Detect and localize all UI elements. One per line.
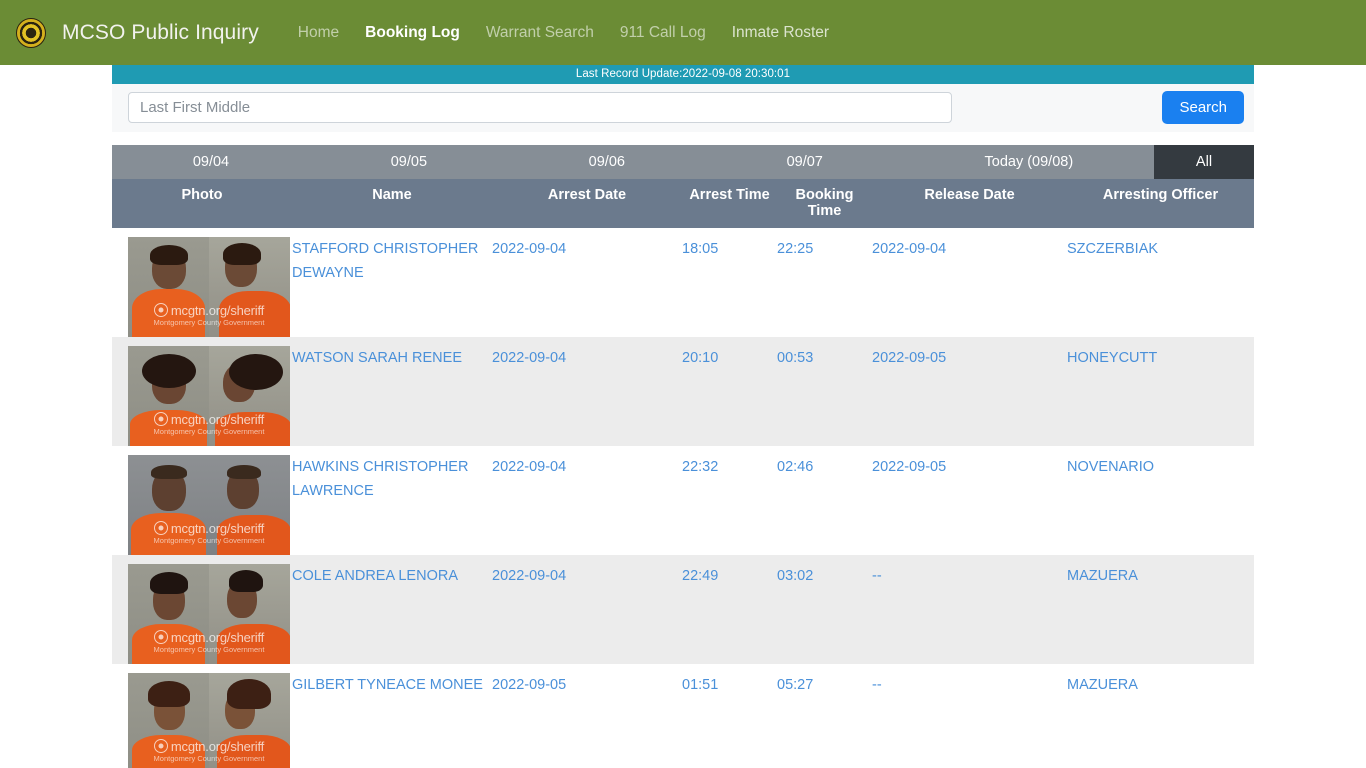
column-header-arrest-date[interactable]: Arrest Date bbox=[492, 179, 682, 228]
date-filter-tabs: 09/04 09/05 09/06 09/07 Today (09/08) Al… bbox=[112, 145, 1254, 179]
column-header-arresting-officer[interactable]: Arresting Officer bbox=[1067, 179, 1254, 228]
search-bar: Search bbox=[112, 84, 1254, 132]
nav-item-warrant-search[interactable]: Warrant Search bbox=[473, 18, 607, 48]
table-row: mcgtn.org/sheriff Montgomery County Gove… bbox=[112, 228, 1254, 337]
arresting-officer-cell: NOVENARIO bbox=[1067, 459, 1155, 475]
table-body: mcgtn.org/sheriff Montgomery County Gove… bbox=[112, 228, 1254, 768]
mugshot-cell[interactable]: mcgtn.org/sheriff Montgomery County Gove… bbox=[112, 555, 292, 664]
arresting-officer-cell: SZCZERBIAK bbox=[1067, 241, 1159, 257]
date-tab-0904[interactable]: 09/04 bbox=[112, 145, 310, 179]
arresting-officer-cell: MAZUERA bbox=[1067, 568, 1138, 584]
mugshot-cell[interactable]: mcgtn.org/sheriff Montgomery County Gove… bbox=[112, 228, 292, 337]
inmate-name-cell[interactable]: WATSON SARAH RENEE bbox=[292, 337, 492, 446]
mugshot-front bbox=[128, 237, 209, 337]
inmate-name-cell[interactable]: GILBERT TYNEACE MONEE bbox=[292, 664, 492, 768]
inmate-name-cell[interactable]: STAFFORD CHRISTOPHER DEWAYNE bbox=[292, 228, 492, 337]
nav-item-booking-log[interactable]: Booking Log bbox=[352, 18, 473, 48]
arresting-officer-cell: HONEYCUTT bbox=[1067, 350, 1158, 366]
mugshot-front bbox=[128, 673, 209, 768]
table-header-row: Photo Name Arrest Date Arrest Time Booki… bbox=[112, 179, 1254, 228]
date-tab-today[interactable]: Today (09/08) bbox=[904, 145, 1154, 179]
table-row: mcgtn.org/sheriff Montgomery County Gove… bbox=[112, 446, 1254, 555]
table-row: mcgtn.org/sheriff Montgomery County Gove… bbox=[112, 664, 1254, 768]
mugshot-cell[interactable]: mcgtn.org/sheriff Montgomery County Gove… bbox=[112, 337, 292, 446]
inmate-name-cell[interactable]: HAWKINS CHRISTOPHER LAWRENCE bbox=[292, 446, 492, 555]
arrest-time-cell: 22:49 bbox=[682, 568, 719, 584]
booking-time-cell: 02:46 bbox=[777, 459, 814, 475]
arrest-date-cell: 2022-09-05 bbox=[492, 677, 567, 693]
table-header: Photo Name Arrest Date Arrest Time Booki… bbox=[112, 179, 1254, 228]
inmate-name-link[interactable]: COLE ANDREA LENORA bbox=[292, 568, 458, 584]
release-date-cell: -- bbox=[872, 677, 882, 693]
mugshot-front bbox=[128, 346, 209, 446]
release-date-cell: 2022-09-04 bbox=[872, 241, 947, 257]
date-tab-0905[interactable]: 09/05 bbox=[310, 145, 508, 179]
mugshot-pair-image[interactable]: mcgtn.org/sheriff Montgomery County Gove… bbox=[128, 237, 290, 337]
sheriff-badge-icon bbox=[16, 17, 46, 48]
mugshot-profile bbox=[209, 564, 290, 664]
mugshot-profile bbox=[209, 673, 290, 768]
booking-time-cell: 05:27 bbox=[777, 677, 814, 693]
mugshot-pair-image[interactable]: mcgtn.org/sheriff Montgomery County Gove… bbox=[128, 455, 290, 555]
brand-group[interactable]: MCSO Public Inquiry bbox=[16, 17, 259, 48]
column-header-arrest-time[interactable]: Arrest Time bbox=[682, 179, 777, 228]
release-date-cell: -- bbox=[872, 568, 882, 584]
arrest-time-cell: 18:05 bbox=[682, 241, 719, 257]
content-container: Last Record Update:2022-09-08 20:30:01 S… bbox=[112, 65, 1254, 768]
table-row: mcgtn.org/sheriff Montgomery County Gove… bbox=[112, 337, 1254, 446]
inmate-name-link[interactable]: WATSON SARAH RENEE bbox=[292, 350, 462, 366]
last-record-update-bar: Last Record Update:2022-09-08 20:30:01 bbox=[112, 65, 1254, 84]
date-tab-all[interactable]: All bbox=[1153, 145, 1254, 179]
nav-item-911-call-log[interactable]: 911 Call Log bbox=[607, 18, 719, 48]
date-tab-0907[interactable]: 09/07 bbox=[706, 145, 904, 179]
inmate-name-link[interactable]: GILBERT TYNEACE MONEE bbox=[292, 677, 483, 693]
arrest-date-cell: 2022-09-04 bbox=[492, 241, 567, 257]
mugshot-profile bbox=[209, 455, 290, 555]
mugshot-profile bbox=[209, 237, 290, 337]
mugshot-profile bbox=[209, 346, 290, 446]
arrest-date-cell: 2022-09-04 bbox=[492, 350, 567, 366]
release-date-cell: 2022-09-05 bbox=[872, 459, 947, 475]
date-tab-0906[interactable]: 09/06 bbox=[508, 145, 706, 179]
inmate-name-cell[interactable]: COLE ANDREA LENORA bbox=[292, 555, 492, 664]
column-header-booking-time[interactable]: Booking Time bbox=[777, 179, 872, 228]
arresting-officer-cell: MAZUERA bbox=[1067, 677, 1138, 693]
arrest-time-cell: 22:32 bbox=[682, 459, 719, 475]
arrest-date-cell: 2022-09-04 bbox=[492, 568, 567, 584]
mugshot-cell[interactable]: mcgtn.org/sheriff Montgomery County Gove… bbox=[112, 446, 292, 555]
top-navbar: MCSO Public Inquiry Home Booking Log War… bbox=[0, 0, 1366, 65]
mugshot-cell[interactable]: mcgtn.org/sheriff Montgomery County Gove… bbox=[112, 664, 292, 768]
mugshot-pair-image[interactable]: mcgtn.org/sheriff Montgomery County Gove… bbox=[128, 564, 290, 664]
inmate-name-link[interactable]: STAFFORD CHRISTOPHER DEWAYNE bbox=[292, 241, 478, 281]
mugshot-front bbox=[128, 564, 209, 664]
booking-time-cell: 00:53 bbox=[777, 350, 814, 366]
table-row: mcgtn.org/sheriff Montgomery County Gove… bbox=[112, 555, 1254, 664]
column-header-name[interactable]: Name bbox=[292, 179, 492, 228]
arrest-time-cell: 20:10 bbox=[682, 350, 719, 366]
arrest-date-cell: 2022-09-04 bbox=[492, 459, 567, 475]
booking-time-cell: 22:25 bbox=[777, 241, 814, 257]
release-date-cell: 2022-09-05 bbox=[872, 350, 947, 366]
mugshot-front bbox=[128, 455, 209, 555]
column-header-photo[interactable]: Photo bbox=[112, 179, 292, 228]
inmate-name-link[interactable]: HAWKINS CHRISTOPHER LAWRENCE bbox=[292, 459, 468, 499]
page-body: Last Record Update:2022-09-08 20:30:01 S… bbox=[0, 65, 1366, 768]
primary-nav: Home Booking Log Warrant Search 911 Call… bbox=[285, 18, 842, 48]
brand-title: MCSO Public Inquiry bbox=[62, 20, 259, 44]
arrest-time-cell: 01:51 bbox=[682, 677, 719, 693]
mugshot-pair-image[interactable]: mcgtn.org/sheriff Montgomery County Gove… bbox=[128, 346, 290, 446]
booking-time-cell: 03:02 bbox=[777, 568, 814, 584]
booking-log-table: Photo Name Arrest Date Arrest Time Booki… bbox=[112, 179, 1254, 768]
mugshot-pair-image[interactable]: mcgtn.org/sheriff Montgomery County Gove… bbox=[128, 673, 290, 768]
column-header-release-date[interactable]: Release Date bbox=[872, 179, 1067, 228]
nav-item-inmate-roster[interactable]: Inmate Roster bbox=[719, 18, 842, 48]
search-button[interactable]: Search bbox=[1162, 91, 1244, 124]
nav-item-home[interactable]: Home bbox=[285, 18, 352, 48]
search-input[interactable] bbox=[128, 92, 952, 123]
